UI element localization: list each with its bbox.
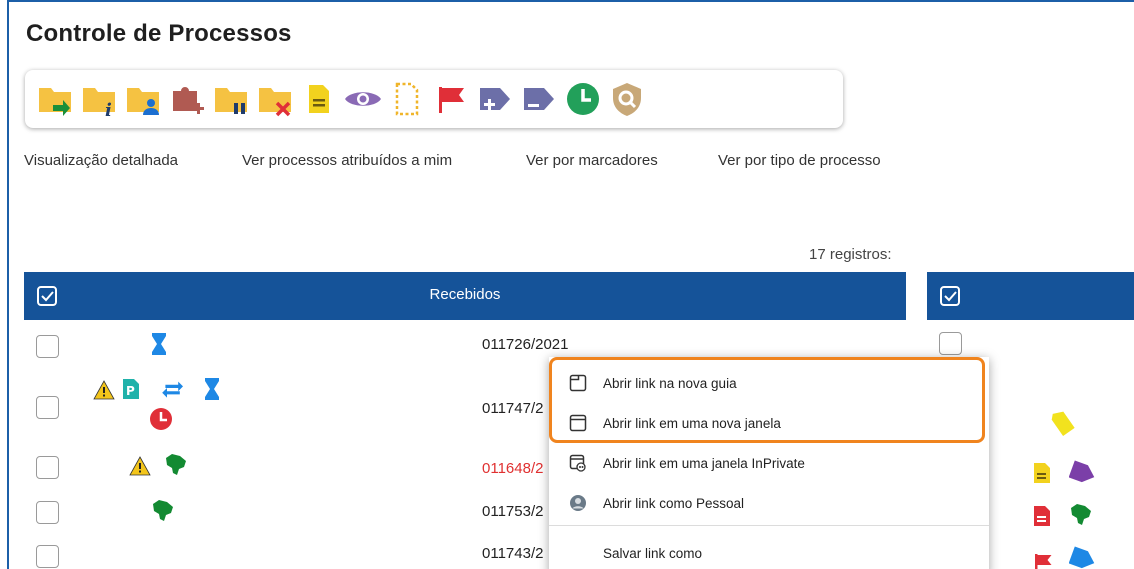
row-checkbox[interactable] <box>36 501 59 524</box>
brazil-map-icon <box>153 500 173 521</box>
folder-pause-icon <box>215 88 247 114</box>
profile-avatar-icon <box>570 495 586 511</box>
process-number[interactable]: 011753/2 <box>482 503 543 520</box>
document-dashed-button[interactable] <box>387 79 427 119</box>
process-number[interactable]: 011648/2 <box>482 460 543 477</box>
menu-item-label: Abrir link na nova guia <box>603 375 737 391</box>
svg-text:P: P <box>126 384 135 398</box>
eye-icon <box>345 92 381 106</box>
note-yellow-icon <box>1034 463 1050 483</box>
warning-icon <box>93 380 115 400</box>
brazil-map-icon <box>166 454 186 475</box>
row-checkbox-second[interactable] <box>939 332 962 355</box>
puzzle-plus-icon <box>173 87 204 114</box>
process-number[interactable]: 011726/2021 <box>482 336 568 353</box>
alarm-clock-icon <box>150 408 172 430</box>
document-note-button[interactable] <box>299 79 339 119</box>
context-menu: Abrir link na nova guia Abrir link em um… <box>549 357 989 569</box>
process-number[interactable]: 011743/2 <box>482 545 543 562</box>
tab-visualizacao-detalhada[interactable]: Visualização detalhada <box>24 152 178 169</box>
row-checkbox[interactable] <box>36 456 59 479</box>
menu-item-open-new-tab[interactable]: Abrir link na nova guia <box>549 364 989 402</box>
tag-plus-icon <box>480 88 510 110</box>
tab-processos-atribuidos[interactable]: Ver processos atribuídos a mim <box>242 152 452 169</box>
tab-por-tipo-de-processo[interactable]: Ver por tipo de processo <box>718 152 881 169</box>
hourglass-icon <box>152 333 166 355</box>
menu-separator <box>549 525 989 526</box>
tag-purple-icon <box>1069 460 1095 483</box>
folder-arrow-button[interactable] <box>35 79 75 119</box>
folder-user-icon <box>127 88 159 115</box>
shield-search-icon <box>613 83 641 116</box>
inprivate-window-icon <box>569 454 586 472</box>
new-window-icon <box>569 414 587 432</box>
document-note-icon <box>309 85 329 113</box>
puzzle-plus-button[interactable] <box>167 79 207 119</box>
flag-button[interactable] <box>431 79 471 119</box>
flag-icon <box>439 87 464 113</box>
page-title: Controle de Processos <box>26 20 292 47</box>
menu-item-label: Abrir link como Pessoal <box>603 495 745 511</box>
menu-item-label: Abrir link em uma nova janela <box>603 415 781 431</box>
warning-icon <box>129 456 151 476</box>
menu-item-save-link-as[interactable]: Salvar link como <box>549 534 989 569</box>
brazil-map-icon <box>1071 504 1091 525</box>
tag-minus-icon <box>524 88 554 110</box>
folder-arrow-icon <box>39 88 71 116</box>
menu-item-open-inprivate[interactable]: Abrir link em uma janela InPrivate <box>549 444 989 482</box>
menu-item-label: Abrir link em uma janela InPrivate <box>603 455 805 471</box>
tag-minus-button[interactable] <box>519 79 559 119</box>
document-dashed-icon <box>395 82 419 116</box>
records-count: 17 registros: <box>809 246 892 263</box>
new-tab-icon <box>569 374 587 392</box>
table-header-recebidos: Recebidos <box>24 272 906 320</box>
menu-item-label: Salvar link como <box>603 545 703 561</box>
svg-text:i: i <box>105 100 112 119</box>
document-p-icon: P <box>123 379 139 399</box>
table-header-second <box>927 272 1134 320</box>
folder-close-button[interactable] <box>255 79 295 119</box>
hourglass-icon <box>205 378 219 400</box>
folder-info-button[interactable]: i <box>79 79 119 119</box>
folder-close-icon <box>259 88 291 117</box>
folder-pause-button[interactable] <box>211 79 251 119</box>
tag-plus-button[interactable] <box>475 79 515 119</box>
menu-item-open-as-personal[interactable]: Abrir link como Pessoal <box>549 484 989 522</box>
tab-por-marcadores[interactable]: Ver por marcadores <box>526 152 658 169</box>
table-header-title: Recebidos <box>429 286 501 303</box>
select-all-checkbox-second[interactable] <box>939 285 961 307</box>
toolbar: i <box>25 70 843 128</box>
process-number[interactable]: 011747/2 <box>482 400 543 417</box>
flag-red-icon <box>1035 554 1052 569</box>
tag-yellow-icon <box>1051 411 1075 437</box>
row-checkbox[interactable] <box>36 545 59 568</box>
row-checkbox[interactable] <box>36 396 59 419</box>
folder-user-button[interactable] <box>123 79 163 119</box>
exchange-arrows-icon <box>162 381 183 398</box>
clock-icon <box>567 83 599 115</box>
menu-item-open-new-window[interactable]: Abrir link em uma nova janela <box>549 404 989 442</box>
tag-blue-icon <box>1069 546 1095 569</box>
folder-info-icon: i <box>83 88 115 119</box>
row-checkbox[interactable] <box>36 335 59 358</box>
app-frame: Controle de Processos i Visualização det… <box>7 0 1134 569</box>
clock-button[interactable] <box>563 79 603 119</box>
eye-button[interactable] <box>343 79 383 119</box>
shield-search-button[interactable] <box>607 79 647 119</box>
note-red-icon <box>1034 506 1050 526</box>
